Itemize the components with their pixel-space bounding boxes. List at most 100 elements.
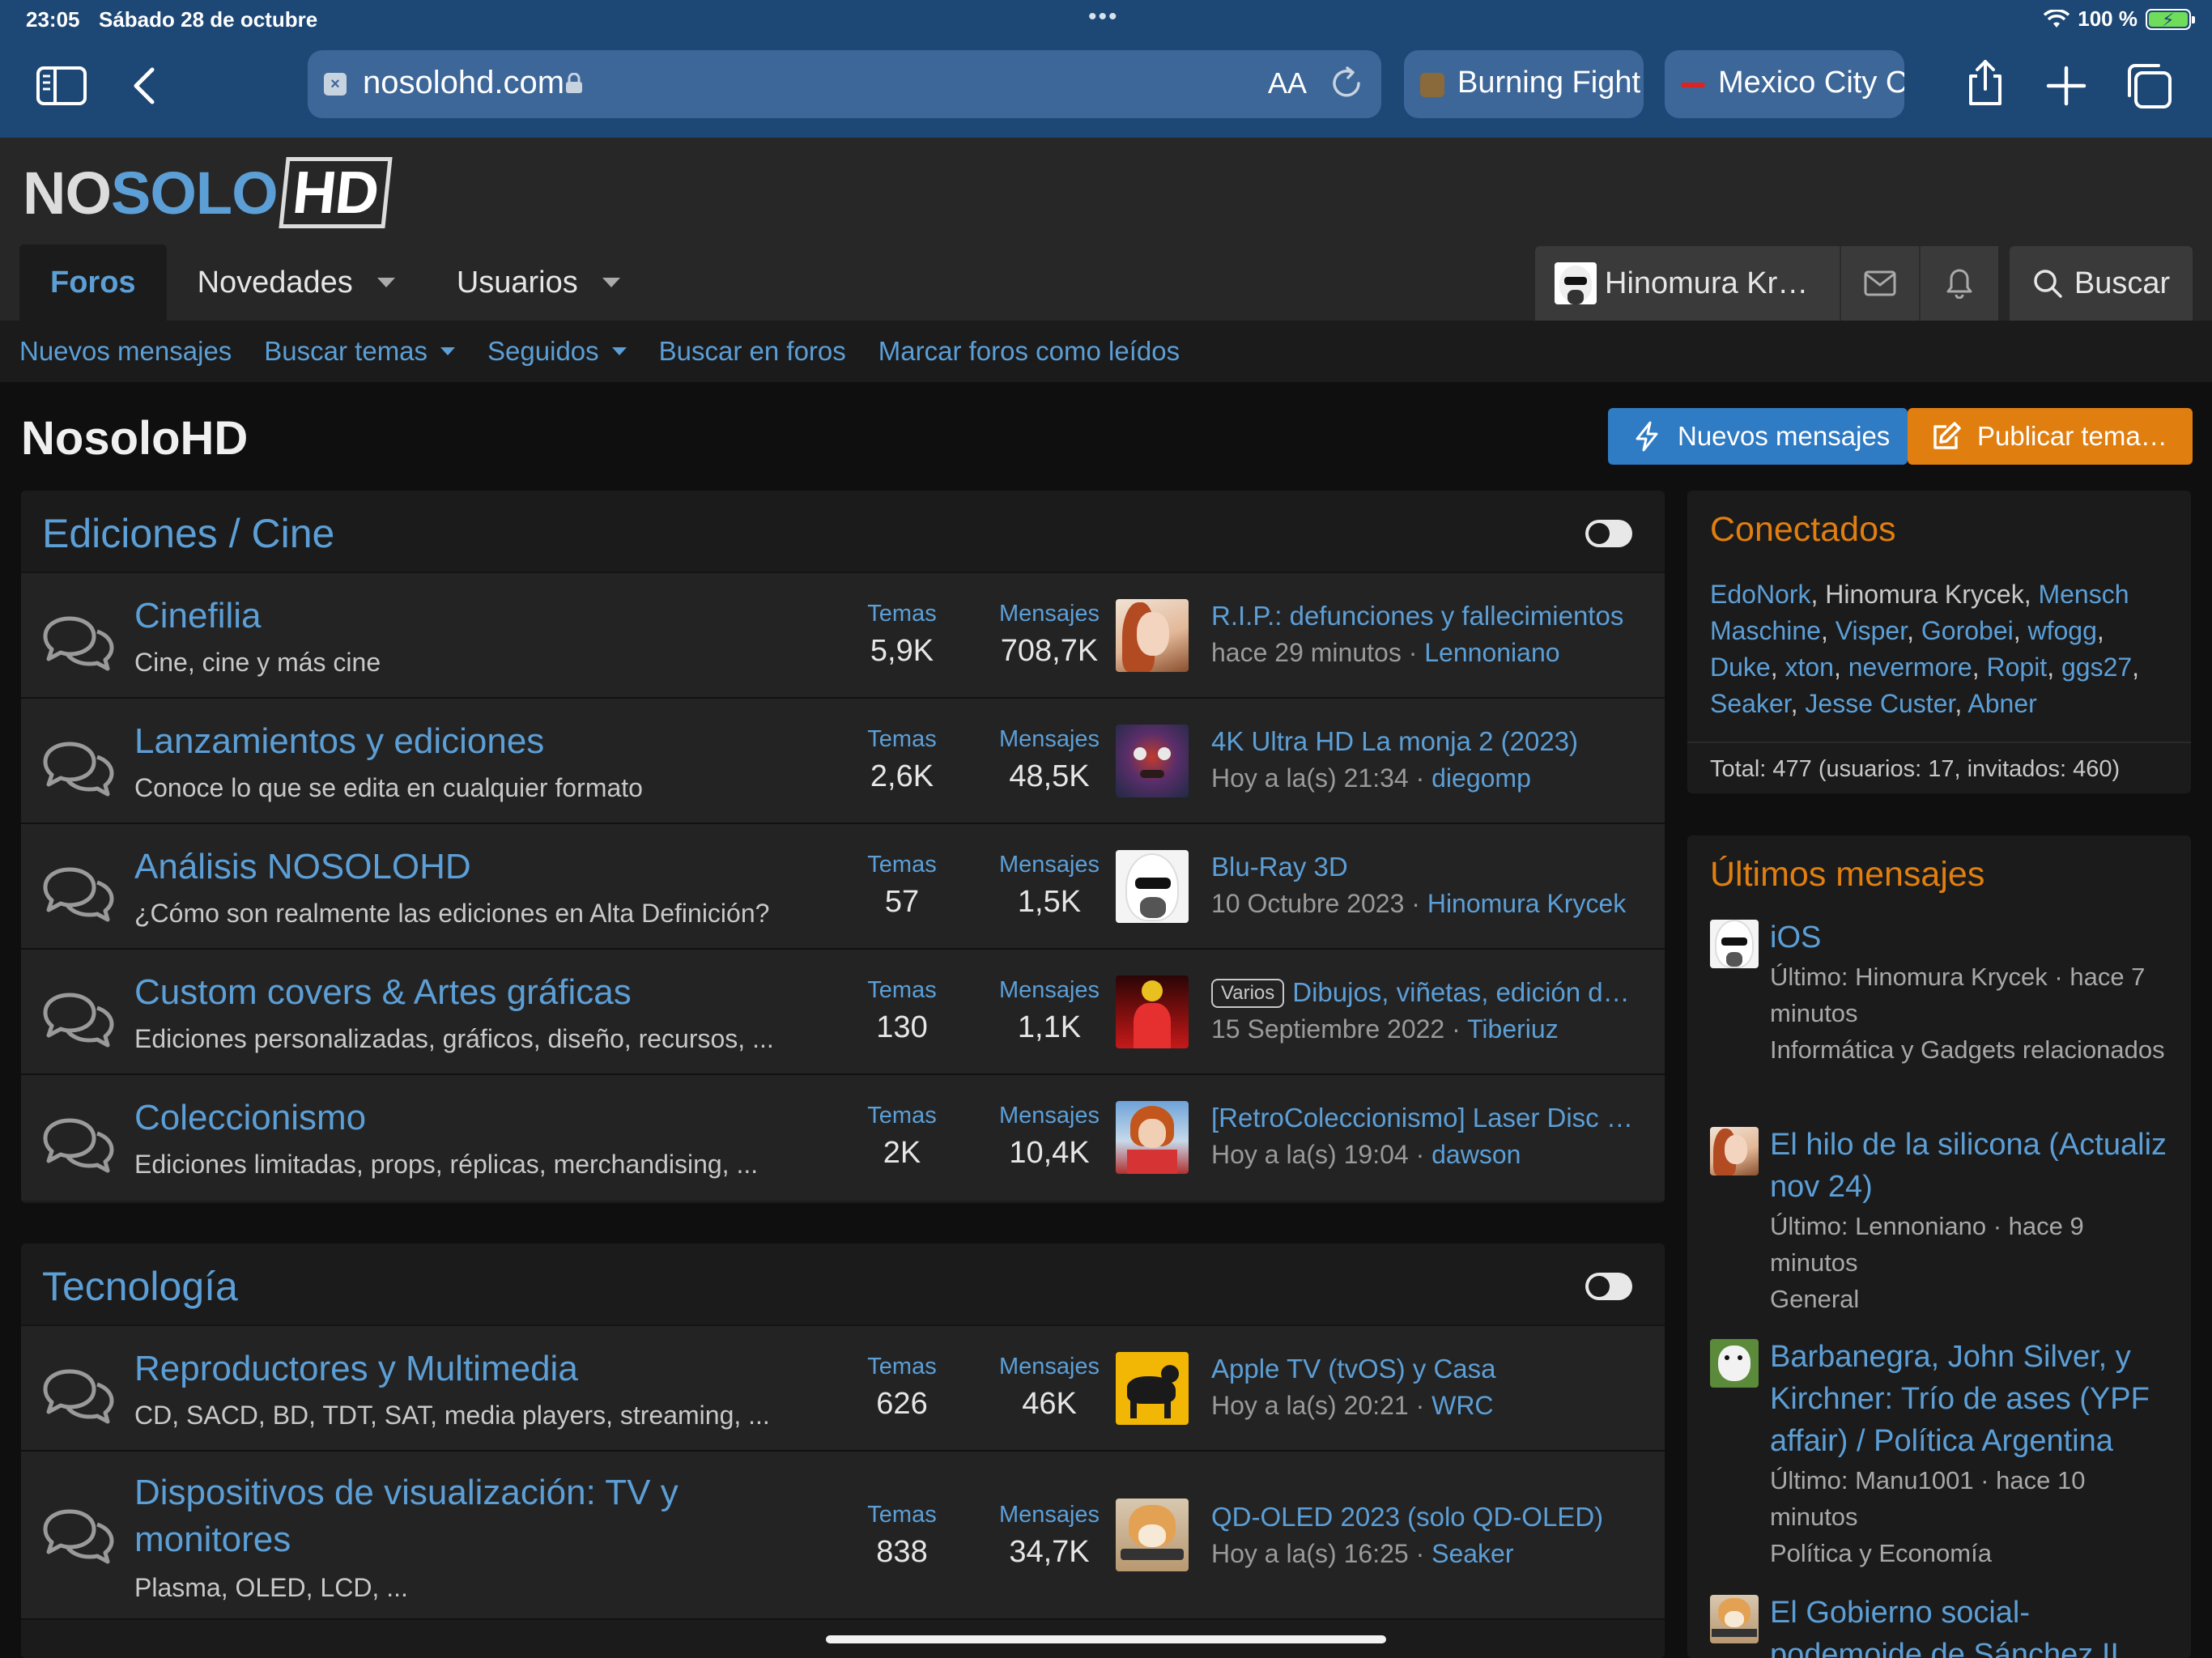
last-post-avatar[interactable]	[1116, 1352, 1189, 1425]
collapse-toggle[interactable]	[1585, 1273, 1632, 1300]
last-post-avatar[interactable]	[1116, 599, 1189, 672]
last-post-title[interactable]: [RetroColeccionismo] Laser Disc (…	[1211, 1103, 1640, 1133]
address-bar[interactable]: × nosolohd.com AA	[308, 50, 1381, 118]
tabs-overview-icon[interactable]	[2123, 60, 2175, 112]
sub-nav-search-forums[interactable]: Buscar en foros	[659, 336, 846, 367]
site-logo[interactable]: NO SOLO HD	[23, 157, 393, 228]
last-post-title[interactable]: Varios Dibujos, viñetas, edición d…	[1211, 977, 1640, 1008]
text-size-button[interactable]: AA	[1268, 66, 1307, 100]
last-post-meta: Hoy a la(s) 19:04 · dawson	[1211, 1140, 1521, 1169]
inbox-button[interactable]	[1840, 246, 1919, 321]
online-user[interactable]: Jesse Custer	[1805, 689, 1955, 718]
tab-forums[interactable]: Foros	[19, 244, 167, 321]
last-post-user[interactable]: Seaker	[1431, 1539, 1513, 1568]
last-post-title[interactable]: Apple TV (tvOS) y Casa	[1211, 1354, 1640, 1384]
latest-title[interactable]: Últimos mensajes	[1710, 855, 1984, 895]
new-posts-button[interactable]: Nuevos mensajes	[1608, 408, 1908, 465]
share-icon[interactable]	[1959, 57, 2011, 108]
online-user[interactable]: Ropit	[1986, 653, 2047, 682]
bell-icon	[1946, 269, 1972, 299]
forum-title[interactable]: Reproductores y Multimedia	[134, 1349, 578, 1389]
multitasking-dots-icon[interactable]: •••	[1088, 3, 1119, 31]
avatar[interactable]	[1710, 1339, 1759, 1388]
back-icon[interactable]	[121, 60, 173, 112]
forum-desc: ¿Cómo son realmente las ediciones en Alt…	[134, 899, 770, 928]
forum-title[interactable]: Coleccionismo	[134, 1098, 366, 1138]
new-tab-icon[interactable]	[2040, 60, 2092, 112]
tab-members[interactable]: Usuarios	[426, 244, 651, 321]
alerts-button[interactable]	[1919, 246, 1998, 321]
online-user[interactable]: nevermore	[1848, 653, 1972, 682]
online-user[interactable]: ggs27	[2061, 653, 2132, 682]
online-title[interactable]: Conectados	[1710, 510, 1896, 550]
forum-desc: Plasma, OLED, LCD, ...	[134, 1573, 408, 1602]
online-user[interactable]: EdoNork	[1710, 580, 1811, 609]
last-post-user[interactable]: WRC	[1431, 1391, 1493, 1420]
reload-icon[interactable]	[1328, 65, 1365, 102]
last-post-avatar[interactable]	[1116, 1499, 1189, 1571]
avatar[interactable]	[1710, 1595, 1759, 1643]
search-button[interactable]: Buscar	[2010, 246, 2193, 321]
online-user[interactable]: wfogg	[2028, 616, 2097, 645]
last-post-avatar[interactable]	[1116, 850, 1189, 923]
last-post-avatar[interactable]	[1116, 976, 1189, 1048]
last-post-user[interactable]: Lennoniano	[1424, 638, 1559, 667]
latest-post-forum[interactable]: Política y Economía	[1770, 1535, 2175, 1571]
latest-post-forum[interactable]: Informática y Gadgets relacionados	[1770, 1031, 2175, 1068]
collapse-toggle[interactable]	[1585, 520, 1632, 547]
sub-nav-new-posts[interactable]: Nuevos mensajes	[19, 336, 232, 367]
tab-favicon-icon	[1420, 73, 1444, 97]
status-date: Sábado 28 de octubre	[99, 7, 318, 32]
last-post-title[interactable]: R.I.P.: defunciones y fallecimientos	[1211, 601, 1640, 631]
sub-nav-watched[interactable]: Seguidos	[487, 336, 627, 367]
latest-post-forum[interactable]: General	[1770, 1281, 2175, 1317]
online-users-block: Conectados EdoNork, Hinomura Krycek, Men…	[1687, 491, 2191, 793]
account-button[interactable]: Hinomura Kr…	[1535, 246, 1840, 321]
latest-post-title[interactable]: Barbanegra, John Silver, y Kirchner: Trí…	[1770, 1336, 2175, 1462]
last-post-title[interactable]: Blu-Ray 3D	[1211, 852, 1640, 882]
last-post-user[interactable]: dawson	[1431, 1140, 1521, 1169]
last-post-user[interactable]: diegomp	[1431, 763, 1531, 793]
online-user[interactable]: xton	[1784, 653, 1833, 682]
forum-title[interactable]: Custom covers & Artes gráficas	[134, 972, 632, 1013]
online-user[interactable]: Visper	[1836, 616, 1907, 645]
tab-burning-fight[interactable]: Burning Fight	[1404, 50, 1644, 118]
online-user[interactable]: Gorobei	[1921, 616, 2014, 645]
online-user[interactable]: Abner	[1967, 689, 2036, 718]
last-post-user[interactable]: Tiberiuz	[1467, 1014, 1559, 1044]
last-post-meta: hace 29 minutos · Lennoniano	[1211, 638, 1560, 667]
online-user[interactable]: Seaker	[1710, 689, 1791, 718]
tab-whats-new[interactable]: Novedades	[167, 244, 426, 321]
last-post-user[interactable]: Hinomura Krycek	[1427, 889, 1626, 918]
tab-mexico-city[interactable]: Mexico City C	[1665, 50, 1904, 118]
forum-title[interactable]: Análisis NOSOLOHD	[134, 847, 471, 887]
online-user[interactable]: Hinomura Krycek	[1825, 580, 2023, 609]
latest-post-title[interactable]: iOS	[1770, 916, 2175, 959]
last-post-title[interactable]: QD-OLED 2023 (solo QD-OLED)	[1211, 1502, 1640, 1533]
last-post-avatar[interactable]	[1116, 1101, 1189, 1174]
avatar[interactable]	[1710, 1127, 1759, 1175]
forum-title[interactable]: Dispositivos de visualización: TV y moni…	[134, 1469, 782, 1563]
chevron-down-icon[interactable]	[611, 347, 627, 355]
chevron-down-icon[interactable]	[602, 278, 620, 287]
search-icon	[2034, 270, 2062, 298]
sub-nav-mark-read[interactable]: Marcar foros como leídos	[878, 336, 1180, 367]
last-post-title[interactable]: 4K Ultra HD La monja 2 (2023)	[1211, 726, 1640, 757]
forum-title[interactable]: Lanzamientos y ediciones	[134, 721, 544, 762]
battery-percent: 100 %	[2078, 6, 2138, 31]
online-user[interactable]: Duke	[1710, 653, 1771, 682]
category-title[interactable]: Ediciones / Cine	[42, 510, 334, 557]
latest-post-title[interactable]: El Gobierno social-podemoide de Sánchez …	[1770, 1592, 2172, 1658]
prefix-label[interactable]: Varios	[1211, 979, 1285, 1008]
sub-nav-search-threads[interactable]: Buscar temas	[264, 336, 456, 367]
last-post-avatar[interactable]	[1116, 725, 1189, 797]
home-indicator[interactable]	[826, 1635, 1386, 1643]
avatar[interactable]	[1710, 920, 1759, 968]
post-thread-button[interactable]: Publicar tema…	[1908, 408, 2193, 465]
forum-title[interactable]: Cinefilia	[134, 596, 262, 636]
chevron-down-icon[interactable]	[440, 347, 456, 355]
chevron-down-icon[interactable]	[376, 278, 395, 287]
latest-post-title[interactable]: El hilo de la silicona (Actualiz nov 24)	[1770, 1124, 2175, 1208]
sidebar-toggle-icon[interactable]	[36, 60, 87, 112]
category-title[interactable]: Tecnología	[42, 1263, 238, 1310]
